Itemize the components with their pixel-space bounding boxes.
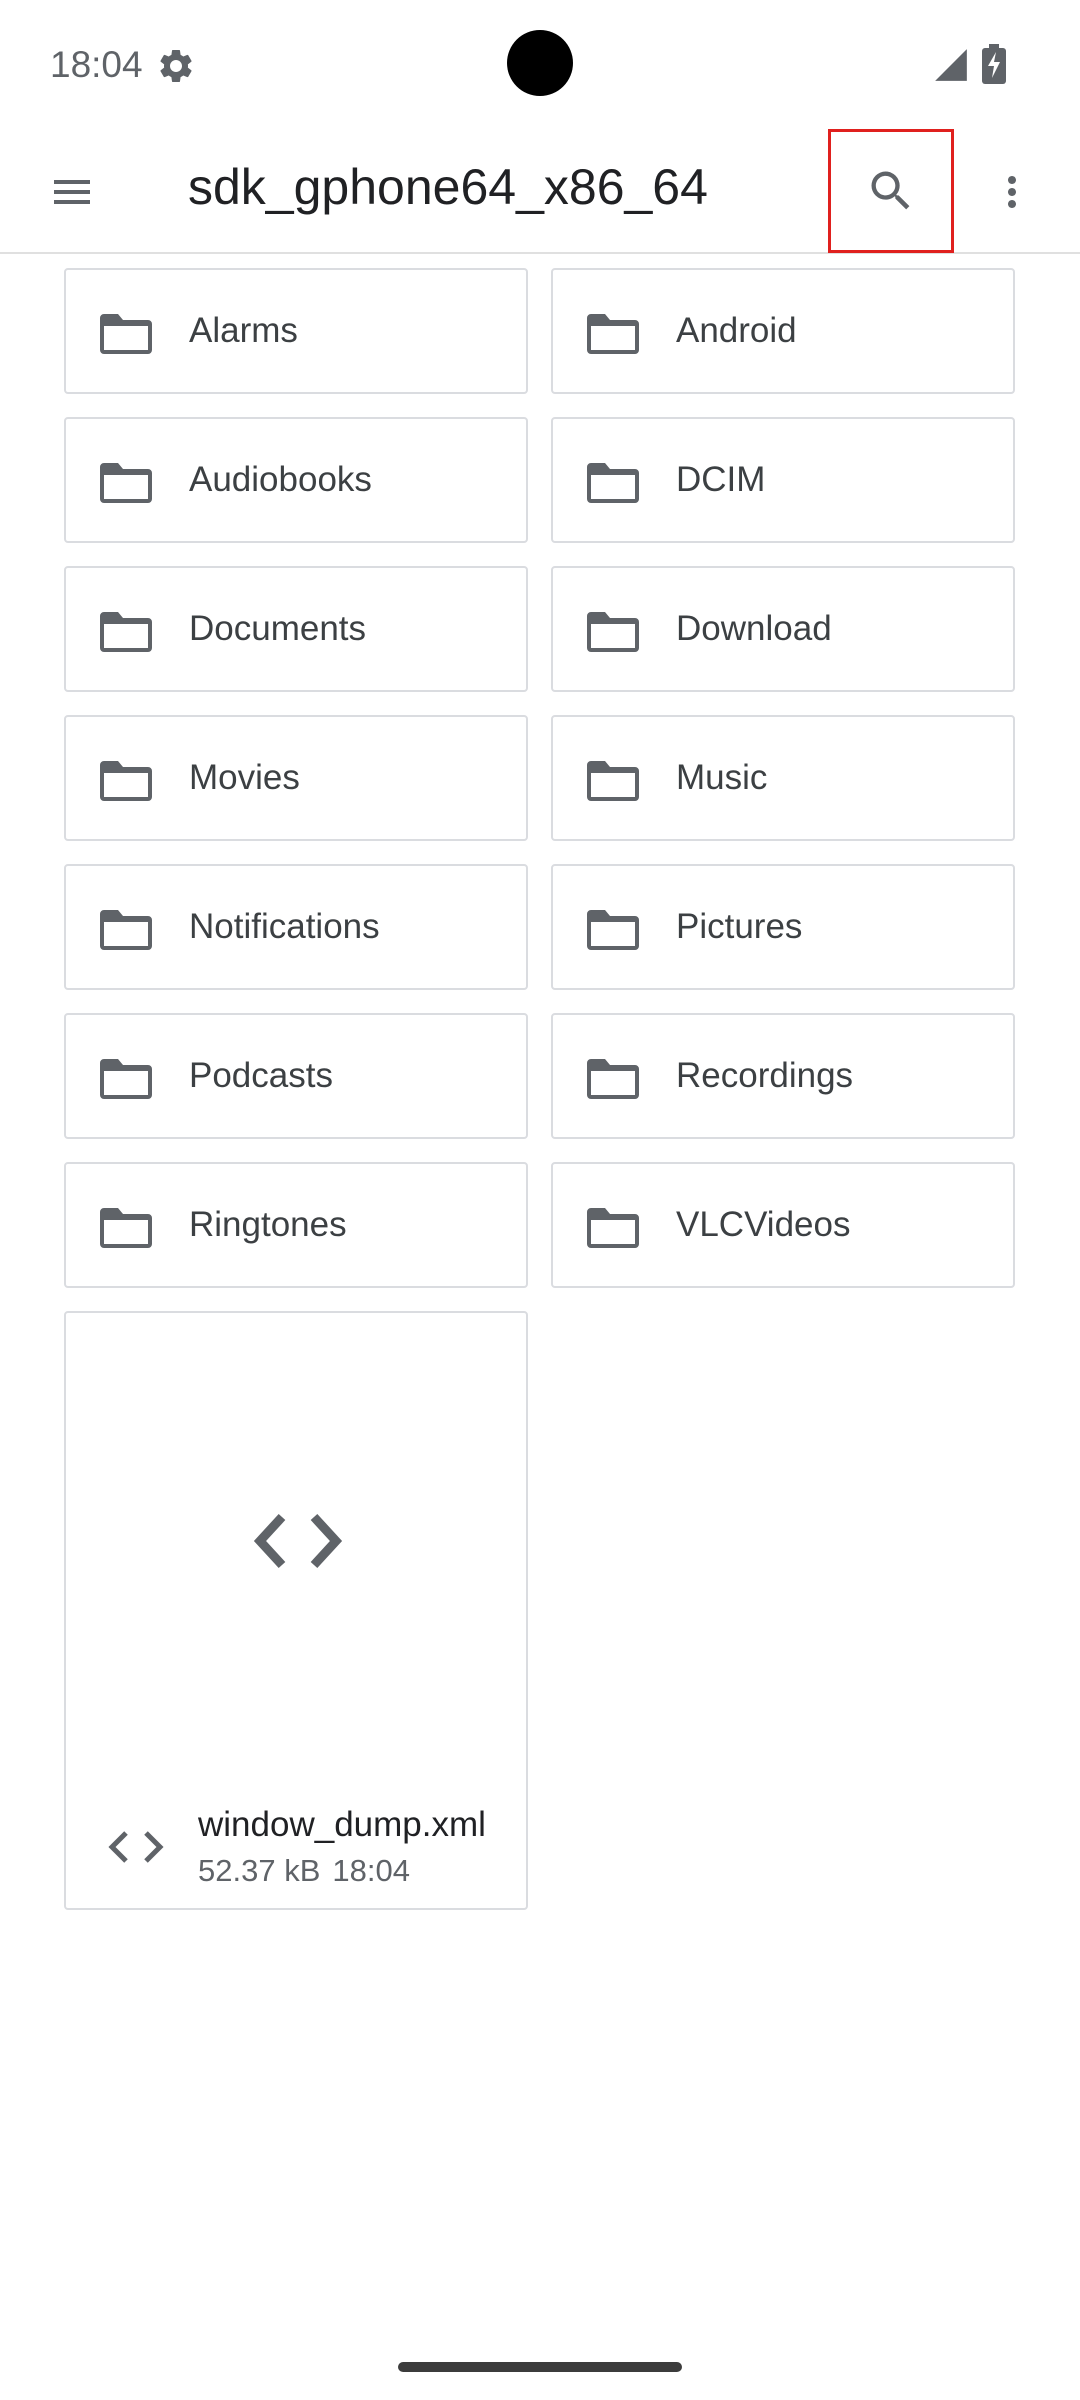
folder-icon	[587, 1208, 639, 1248]
folder-icon	[587, 463, 639, 503]
folder-tile[interactable]: Notifications	[64, 864, 528, 990]
folder-tile[interactable]: Recordings	[551, 1013, 1015, 1139]
folder-label: Ringtones	[189, 1205, 347, 1244]
more-options-button[interactable]	[980, 154, 1044, 230]
battery-charging-icon	[982, 44, 1006, 84]
app-bar: sdk_gphone64_x86_64	[0, 128, 1080, 254]
folder-label: Music	[676, 758, 768, 797]
folder-label: Notifications	[189, 907, 380, 946]
folder-label: Movies	[189, 758, 300, 797]
folder-icon	[587, 1059, 639, 1099]
folder-label: Download	[676, 609, 832, 648]
signal-icon	[935, 49, 967, 81]
status-bar: 18:04	[0, 0, 1080, 128]
folder-tile[interactable]: Android	[551, 268, 1015, 394]
camera-cutout	[507, 30, 573, 96]
code-icon	[108, 1831, 164, 1863]
file-card[interactable]: window_dump.xml 52.37 kB 18:04	[64, 1311, 528, 1910]
folder-tile[interactable]: Movies	[64, 715, 528, 841]
folder-tile[interactable]: Alarms	[64, 268, 528, 394]
folder-label: Podcasts	[189, 1056, 333, 1095]
folder-tile[interactable]: Ringtones	[64, 1162, 528, 1288]
folder-icon	[100, 612, 152, 652]
file-name: window_dump.xml	[198, 1805, 486, 1844]
folder-label: VLCVideos	[676, 1205, 851, 1244]
folder-label: DCIM	[676, 460, 766, 499]
folder-tile[interactable]: Podcasts	[64, 1013, 528, 1139]
folder-icon	[100, 761, 152, 801]
more-vert-icon	[1008, 176, 1016, 208]
status-time: 18:04	[50, 44, 143, 85]
folder-icon	[100, 1208, 152, 1248]
folder-label: Audiobooks	[189, 460, 372, 499]
search-button[interactable]	[828, 128, 954, 254]
folder-tile[interactable]: Music	[551, 715, 1015, 841]
folder-label: Pictures	[676, 907, 803, 946]
search-icon	[871, 171, 910, 210]
gesture-nav-handle[interactable]	[398, 2362, 682, 2372]
page-title: sdk_gphone64_x86_64	[188, 159, 708, 215]
folder-icon	[587, 761, 639, 801]
folder-label: Alarms	[189, 311, 298, 350]
menu-button[interactable]	[34, 154, 110, 230]
folder-icon	[100, 463, 152, 503]
file-time: 18:04	[332, 1853, 410, 1888]
folder-tile[interactable]: Pictures	[551, 864, 1015, 990]
menu-icon	[54, 180, 90, 204]
code-icon	[253, 1513, 343, 1569]
folder-label: Recordings	[676, 1056, 854, 1095]
file-size: 52.37 kB	[198, 1853, 321, 1888]
folder-icon	[587, 314, 639, 354]
folder-tile[interactable]: DCIM	[551, 417, 1015, 543]
folder-tile[interactable]: Audiobooks	[64, 417, 528, 543]
folder-icon	[100, 910, 152, 950]
folder-icon	[100, 314, 152, 354]
folder-tile[interactable]: Documents	[64, 566, 528, 692]
file-meta: 52.37 kB 18:04	[198, 1853, 422, 1889]
folder-icon	[587, 910, 639, 950]
folder-tile[interactable]: VLCVideos	[551, 1162, 1015, 1288]
folder-label: Documents	[189, 609, 367, 648]
folder-label: Android	[676, 311, 797, 350]
settings-icon	[160, 49, 192, 82]
folder-tile[interactable]: Download	[551, 566, 1015, 692]
folder-icon	[587, 612, 639, 652]
folder-icon	[100, 1059, 152, 1099]
